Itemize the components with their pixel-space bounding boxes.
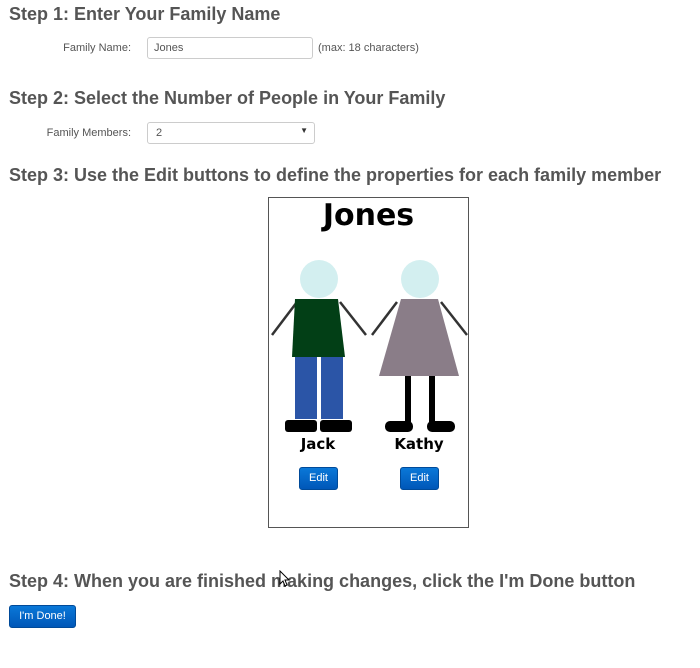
member-name-jack: Jack bbox=[300, 435, 336, 453]
kathy-right-leg bbox=[429, 376, 435, 422]
jack-left-leg bbox=[295, 357, 317, 419]
kathy-left-shoe bbox=[385, 421, 413, 432]
jack-right-shoe bbox=[320, 420, 352, 432]
jack-shirt bbox=[292, 299, 345, 357]
member-name-kathy: Kathy bbox=[394, 435, 444, 453]
im-done-button[interactable]: I'm Done! bbox=[9, 605, 76, 628]
jack-left-arm bbox=[271, 301, 298, 336]
edit-kathy-button[interactable]: Edit bbox=[400, 467, 439, 490]
step-1-heading: Step 1: Enter Your Family Name bbox=[9, 4, 281, 24]
jack-left-shoe bbox=[285, 420, 317, 432]
jack-right-arm bbox=[339, 301, 367, 336]
family-panel: Jones Jack Kathy Edit Edit bbox=[268, 197, 469, 528]
figure-kathy bbox=[371, 260, 468, 432]
step-3-heading: Step 3: Use the Edit buttons to define t… bbox=[9, 165, 662, 185]
kathy-left-leg bbox=[405, 376, 411, 422]
family-members-selected-value: 2 bbox=[156, 127, 163, 139]
kathy-right-shoe bbox=[427, 421, 455, 432]
jack-right-leg bbox=[321, 357, 343, 419]
step-2-heading: Step 2: Select the Number of People in Y… bbox=[9, 88, 446, 108]
kathy-head bbox=[401, 260, 439, 298]
family-members-label: Family Members: bbox=[46, 127, 131, 139]
figure-jack bbox=[271, 260, 367, 432]
mouse-cursor-icon bbox=[279, 570, 291, 587]
jack-head bbox=[300, 260, 338, 298]
family-name-hint: (max: 18 characters) bbox=[318, 42, 419, 54]
family-name-label: Family Name: bbox=[63, 42, 131, 54]
family-builder-page: Step 1: Enter Your Family Name Family Na… bbox=[0, 0, 700, 668]
family-name-input[interactable] bbox=[147, 37, 313, 59]
dropdown-caret-icon: ▼ bbox=[300, 126, 308, 135]
edit-jack-button[interactable]: Edit bbox=[299, 467, 338, 490]
family-members-select[interactable]: 2 ▼ bbox=[147, 122, 315, 144]
step-4-heading: Step 4: When you are finished making cha… bbox=[9, 571, 636, 591]
